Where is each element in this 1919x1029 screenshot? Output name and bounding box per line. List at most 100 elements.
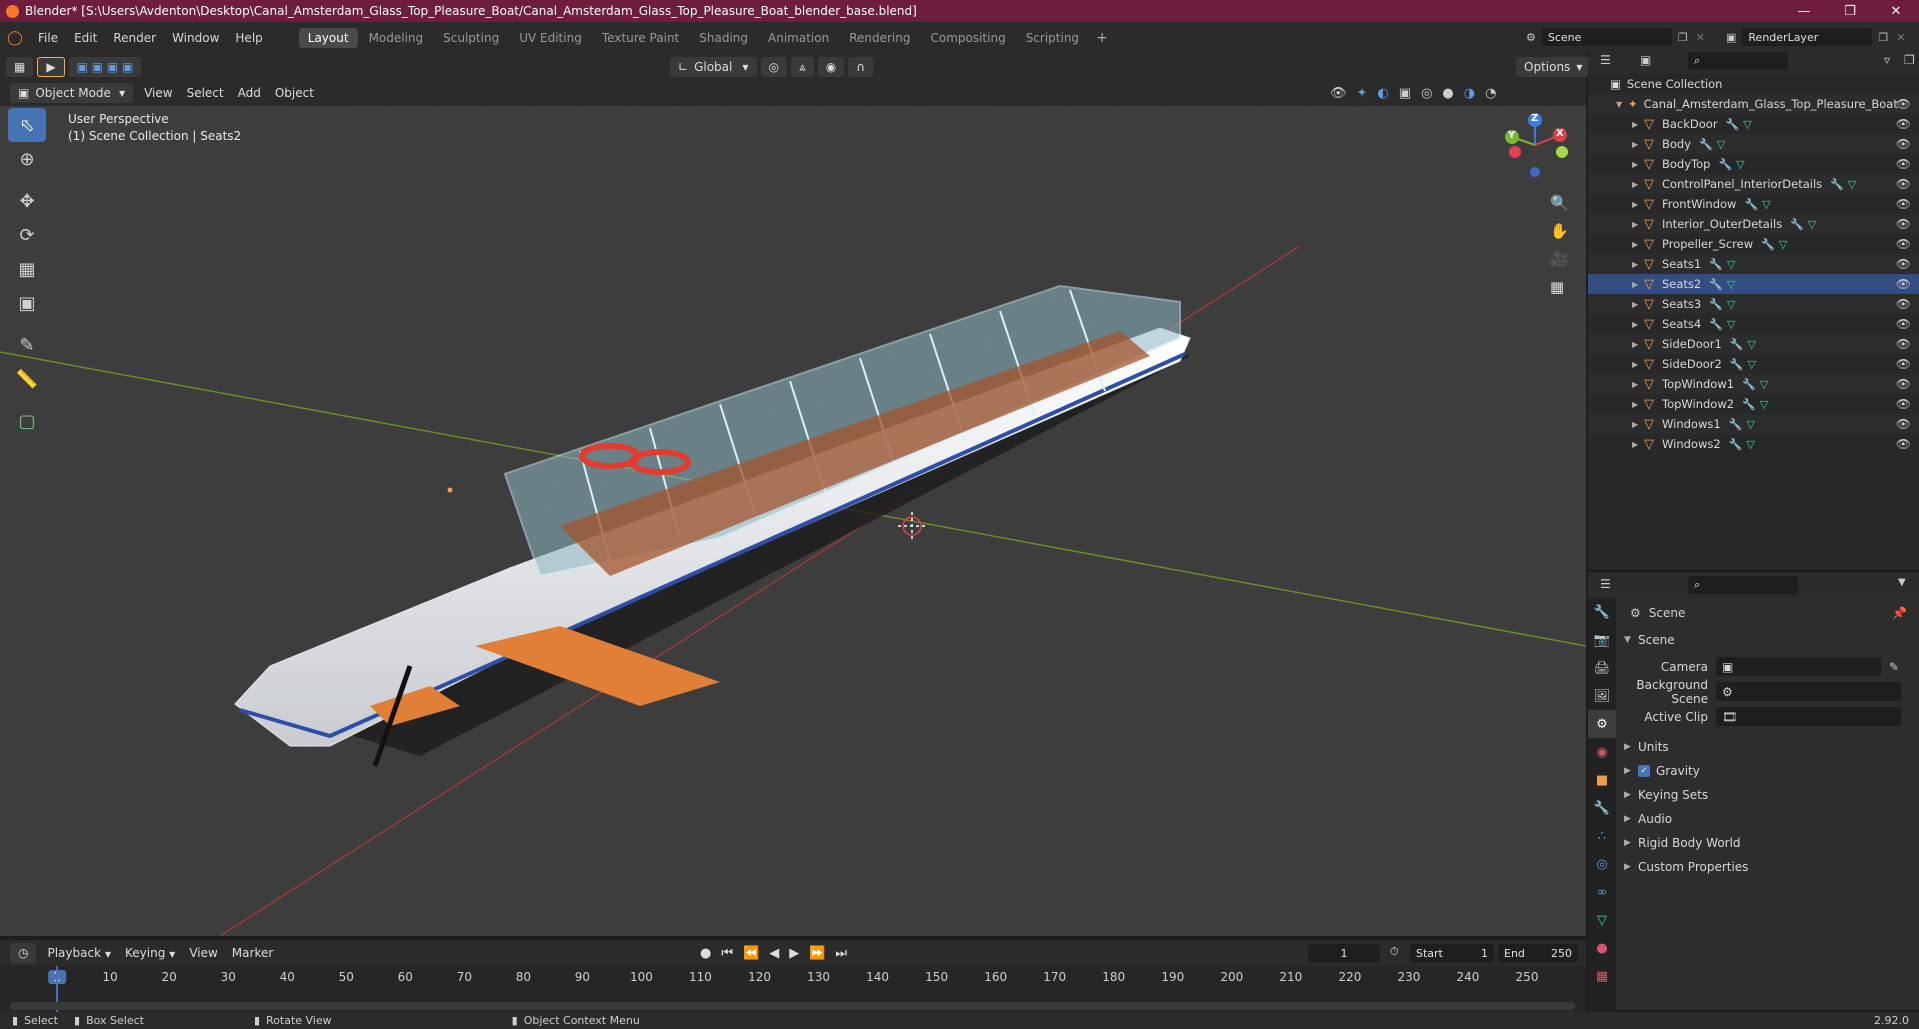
modifier-icon[interactable]: 🔧: [1730, 358, 1744, 371]
workspace-tab-layout[interactable]: Layout: [298, 28, 358, 48]
object-mode-dropdown[interactable]: ▣ Object Mode ▼: [10, 83, 134, 103]
jump-keyframe-back-icon[interactable]: ⏪: [743, 946, 759, 961]
viewport-menu-view[interactable]: View: [137, 86, 179, 100]
render-layer-selector[interactable]: RenderLayer: [1742, 28, 1873, 46]
modifier-icon[interactable]: 🔧: [1709, 318, 1723, 331]
blender-menu-icon[interactable]: ◯: [0, 30, 30, 46]
outliner-search-input[interactable]: ⌕: [1688, 52, 1788, 70]
timeline-area[interactable]: 1102030405060708090100110120130140150160…: [0, 966, 1586, 1012]
texture-tab-icon[interactable]: ▦: [1588, 962, 1616, 990]
modifier-icon[interactable]: 🔧: [1709, 278, 1723, 291]
new-layer-icon[interactable]: ❐: [1878, 31, 1888, 44]
timeline-menu-view[interactable]: View: [182, 946, 224, 960]
eye-icon[interactable]: 👁: [1896, 137, 1911, 151]
menu-file[interactable]: File: [30, 31, 66, 45]
jump-end-icon[interactable]: ⏭: [835, 946, 847, 961]
expand-arrow-icon[interactable]: ▶: [1632, 140, 1644, 149]
delete-scene-icon[interactable]: ✕: [1696, 31, 1705, 44]
modifier-icon[interactable]: 🔧: [1790, 218, 1804, 231]
outliner-object-row[interactable]: ▶ ▽ Windows1 🔧 ▽ 👁: [1588, 414, 1919, 434]
expand-arrow-icon[interactable]: ▶: [1632, 340, 1644, 349]
eye-icon[interactable]: 👁: [1896, 197, 1911, 211]
keying-sets-panel[interactable]: ▶ Keying Sets: [1616, 783, 1919, 807]
3d-viewport[interactable]: User Perspective (1) Scene Collection | …: [0, 106, 1586, 936]
expand-arrow-icon[interactable]: ▶: [1632, 280, 1644, 289]
display-mode-icon[interactable]: ▣: [1640, 53, 1651, 67]
eye-icon[interactable]: 👁: [1896, 277, 1911, 291]
eye-icon[interactable]: 👁: [1896, 257, 1911, 271]
menu-edit[interactable]: Edit: [66, 31, 105, 45]
outliner-collection-row[interactable]: ▼ ✦ Canal_Amsterdam_Glass_Top_Pleasure_B…: [1588, 94, 1919, 114]
workspace-tab-shading[interactable]: Shading: [690, 28, 757, 48]
eyedropper-icon[interactable]: ✎: [1889, 660, 1899, 674]
tool-tab-icon[interactable]: 🔧: [1588, 598, 1616, 626]
workspace-tab-scripting[interactable]: Scripting: [1017, 28, 1088, 48]
current-frame-field[interactable]: 1: [1308, 944, 1380, 962]
close-icon[interactable]: ✕: [1873, 0, 1919, 22]
outliner-object-row[interactable]: ▶ ▽ Seats4 🔧 ▽ 👁: [1588, 314, 1919, 334]
scene-selector[interactable]: Scene: [1541, 28, 1672, 46]
mesh-data-icon[interactable]: ▽: [1748, 338, 1756, 351]
mesh-data-icon[interactable]: ▽: [1727, 318, 1735, 331]
measure-tool-icon[interactable]: 📏: [8, 362, 46, 396]
frame-ruler[interactable]: 1102030405060708090100110120130140150160…: [0, 966, 1586, 986]
timeline-editor-type-icon[interactable]: ◷: [10, 943, 37, 963]
workspace-tab-compositing[interactable]: Compositing: [921, 28, 1014, 48]
mesh-data-icon[interactable]: ▽: [1848, 178, 1856, 191]
timeline-menu-playback[interactable]: Playback ▼: [40, 946, 118, 960]
falloff-icon[interactable]: ∩: [848, 57, 874, 77]
menu-help[interactable]: Help: [227, 31, 270, 45]
workspace-tab-rendering[interactable]: Rendering: [840, 28, 919, 48]
properties-editor-type-icon[interactable]: ☰: [1600, 577, 1611, 591]
mesh-data-icon[interactable]: ▽: [1760, 398, 1768, 411]
active-clip-field[interactable]: 🎞: [1716, 707, 1901, 726]
menu-window[interactable]: Window: [164, 31, 227, 45]
new-collection-icon[interactable]: ❐: [1904, 53, 1915, 67]
scene-panel-header[interactable]: ▼ Scene: [1616, 628, 1919, 652]
timeline-menu-marker[interactable]: Marker: [225, 946, 280, 960]
outliner-object-row[interactable]: ▶ ▽ Windows2 🔧 ▽ 👁: [1588, 434, 1919, 454]
outliner-object-row[interactable]: ▶ ▽ Seats2 🔧 ▽ 👁: [1588, 274, 1919, 294]
outliner-object-row[interactable]: ▶ ▽ ControlPanel_InteriorDetails 🔧 ▽ 👁: [1588, 174, 1919, 194]
mesh-data-icon[interactable]: ▽: [1736, 158, 1744, 171]
editor-type-icon[interactable]: ▦: [6, 57, 34, 77]
modifier-icon[interactable]: 🔧: [1744, 198, 1758, 211]
mesh-data-icon[interactable]: ▽: [1727, 258, 1735, 271]
navigation-gizmo[interactable]: Z X Y: [1500, 110, 1570, 180]
gravity-panel[interactable]: ▶ ✓ Gravity: [1616, 759, 1919, 783]
eye-icon[interactable]: 👁: [1896, 177, 1911, 191]
outliner-object-row[interactable]: ▶ ▽ SideDoor2 🔧 ▽ 👁: [1588, 354, 1919, 374]
modifier-icon[interactable]: 🔧: [1742, 378, 1756, 391]
audio-panel[interactable]: ▶ Audio: [1616, 807, 1919, 831]
pan-hand-icon[interactable]: ✋: [1550, 222, 1569, 240]
proportional-edit-icon[interactable]: ◉: [817, 57, 845, 77]
data-tab-icon[interactable]: ▽: [1588, 906, 1616, 934]
outliner-object-row[interactable]: ▶ ▽ Body 🔧 ▽ 👁: [1588, 134, 1919, 154]
expand-arrow-icon[interactable]: ▶: [1632, 380, 1644, 389]
add-workspace-icon[interactable]: +: [1090, 30, 1114, 46]
jump-start-icon[interactable]: ⏮: [721, 946, 733, 961]
properties-options-icon[interactable]: ▼: [1898, 577, 1906, 588]
outliner-object-row[interactable]: ▶ ▽ TopWindow1 🔧 ▽ 👁: [1588, 374, 1919, 394]
expand-arrow-icon[interactable]: ▶: [1632, 160, 1644, 169]
outliner-editor-type-icon[interactable]: ☰: [1600, 53, 1611, 67]
expand-arrow-icon[interactable]: ▶: [1632, 120, 1644, 129]
material-shading-icon[interactable]: ◑: [1464, 86, 1475, 101]
play-icon[interactable]: ▶: [789, 946, 799, 961]
expand-arrow-icon[interactable]: ▶: [1632, 180, 1644, 189]
scale-tool-icon[interactable]: ▦: [8, 252, 46, 286]
pivot-point-icon[interactable]: ◎: [760, 57, 787, 77]
preview-range-icon[interactable]: ⏱: [1390, 945, 1399, 959]
modifier-icon[interactable]: 🔧: [1709, 298, 1723, 311]
end-frame-field[interactable]: End 250: [1498, 944, 1578, 962]
modifier-icon[interactable]: 🔧: [1709, 258, 1723, 271]
render-layer-icon[interactable]: ▣: [1726, 31, 1736, 44]
viewport-menu-select[interactable]: Select: [180, 86, 231, 100]
expand-arrow-icon[interactable]: ▶: [1632, 400, 1644, 409]
outliner-object-row[interactable]: ▶ ▽ FrontWindow 🔧 ▽ 👁: [1588, 194, 1919, 214]
modifier-icon[interactable]: 🔧: [1726, 118, 1740, 131]
zoom-icon[interactable]: 🔍: [1550, 194, 1569, 212]
custom-properties-panel[interactable]: ▶ Custom Properties: [1616, 855, 1919, 879]
pin-icon[interactable]: 📌: [1892, 606, 1907, 620]
mesh-data-icon[interactable]: ▽: [1746, 438, 1754, 451]
